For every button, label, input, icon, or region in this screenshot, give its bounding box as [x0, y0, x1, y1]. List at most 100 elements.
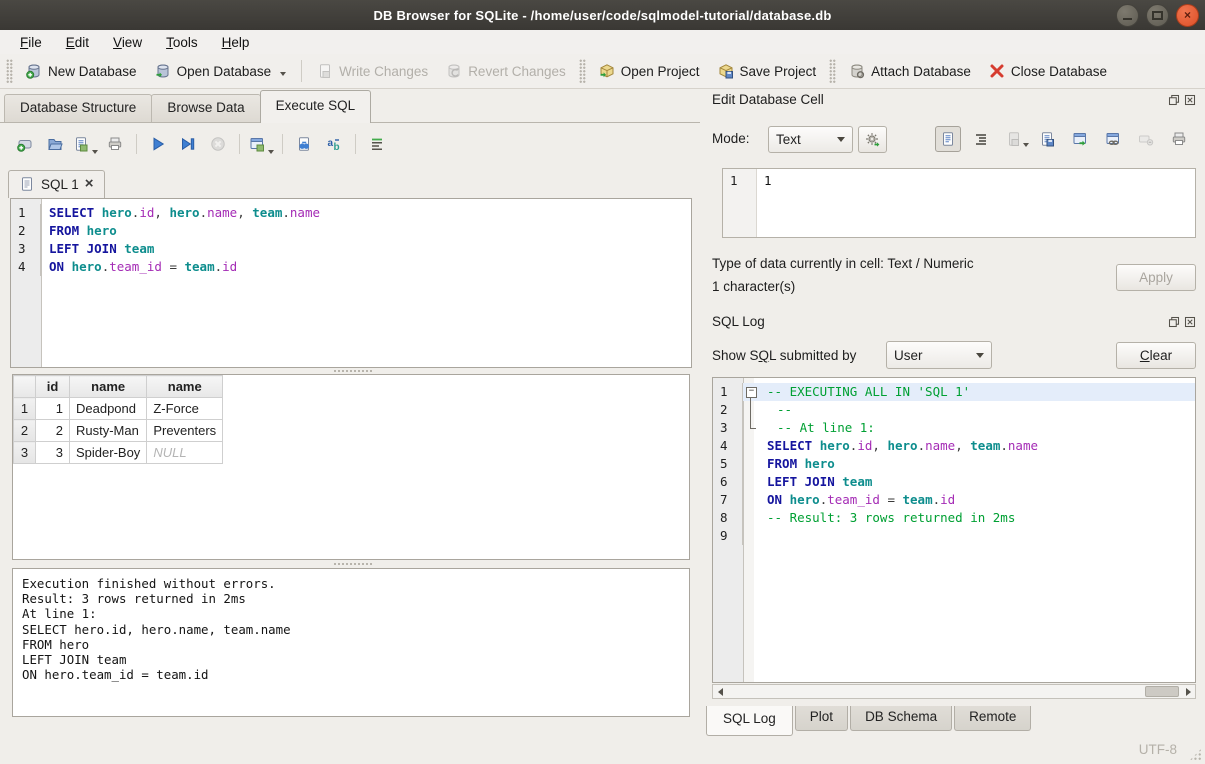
table-row[interactable]: 33Spider-BoyNULL — [14, 442, 223, 464]
line-number: 3 — [11, 240, 41, 258]
dock-tab-remote[interactable]: Remote — [954, 706, 1031, 731]
minimize-icon — [1123, 12, 1132, 20]
table-row[interactable]: 11DeadpondZ-Force — [14, 398, 223, 420]
table-cell[interactable]: Deadpond — [70, 398, 147, 420]
toolbar-separator — [355, 134, 356, 154]
column-header[interactable]: name — [70, 376, 147, 398]
table-corner[interactable] — [14, 376, 36, 398]
apply-mode-button[interactable] — [858, 126, 887, 153]
tab-browse-data[interactable]: Browse Data — [151, 94, 260, 123]
code-line: 2-- — [713, 401, 1195, 419]
float-panel-icon[interactable] — [1168, 316, 1180, 328]
dropdown-caret-icon[interactable] — [280, 72, 286, 76]
menu-file[interactable]: File — [10, 33, 52, 52]
scroll-right-arrow[interactable] — [1181, 685, 1195, 698]
tab-execute-sql[interactable]: Execute SQL — [260, 90, 372, 123]
toolbar-drag-handle[interactable] — [6, 59, 13, 83]
dock-tab-plot[interactable]: Plot — [795, 706, 848, 731]
code-line: 1−-- EXECUTING ALL IN 'SQL 1' — [713, 383, 1195, 401]
resize-grip[interactable] — [1189, 748, 1202, 761]
table-cell[interactable]: 2 — [36, 420, 70, 442]
save-project-button[interactable]: Save Project — [709, 59, 826, 83]
menu-tools[interactable]: Tools — [156, 33, 208, 52]
table-cell[interactable]: Z-Force — [147, 398, 223, 420]
line-number: 1 — [713, 383, 743, 401]
apply-button[interactable]: Apply — [1116, 264, 1196, 291]
clear-log-button[interactable]: Clear — [1116, 342, 1196, 369]
code-line: 3-- At line 1: — [713, 419, 1195, 437]
table-cell[interactable]: NULL — [147, 442, 223, 464]
code-line: 8-- Result: 3 rows returned in 2ms — [713, 509, 1195, 527]
table-cell[interactable]: 1 — [36, 398, 70, 420]
export-data-button[interactable] — [1034, 126, 1060, 152]
save-results-button[interactable] — [248, 131, 274, 157]
mode-select[interactable]: Text — [768, 126, 853, 153]
dock-tab-sql-log[interactable]: SQL Log — [706, 706, 793, 736]
link-data-button[interactable] — [1100, 126, 1126, 152]
menu-help[interactable]: Help — [212, 33, 260, 52]
row-header[interactable]: 2 — [14, 420, 36, 442]
import-data-button — [1001, 126, 1027, 152]
dropdown-caret-icon[interactable] — [268, 150, 274, 154]
dropdown-caret-icon[interactable] — [92, 150, 98, 154]
code-line: 7ON hero.team_id = team.id — [713, 491, 1195, 509]
column-header[interactable]: id — [36, 376, 70, 398]
table-row[interactable]: 22Rusty-ManPreventers — [14, 420, 223, 442]
fold-margin[interactable]: − — [743, 383, 759, 401]
close-panel-icon[interactable] — [1184, 316, 1196, 328]
gear-apply-icon — [865, 132, 881, 148]
column-header[interactable]: name — [147, 376, 223, 398]
sql-editor[interactable]: 1SELECT hero.id, hero.name, team.name2FR… — [10, 198, 692, 368]
toolbar-drag-handle[interactable] — [829, 59, 836, 83]
execute-all-button[interactable] — [145, 131, 171, 157]
close-database-icon — [989, 63, 1005, 79]
open-database-button[interactable]: Open Database — [146, 59, 296, 83]
maximize-button[interactable] — [1146, 4, 1169, 27]
find-button[interactable] — [291, 131, 317, 157]
open-project-button[interactable]: Open Project — [590, 59, 709, 83]
scrollbar-track[interactable] — [727, 685, 1181, 698]
close-panel-icon[interactable] — [1184, 94, 1196, 106]
print-cell-button[interactable] — [1166, 126, 1192, 152]
results-grid[interactable]: idnamename11DeadpondZ-Force22Rusty-ManPr… — [12, 374, 690, 560]
close-button[interactable]: × — [1176, 4, 1199, 27]
toolbar-drag-handle[interactable] — [579, 59, 586, 83]
mode-label: Mode: — [712, 131, 750, 146]
attach-database-button[interactable]: Attach Database — [840, 59, 980, 83]
log-filter-select[interactable]: User — [886, 341, 992, 369]
dock-tab-db-schema[interactable]: DB Schema — [850, 706, 952, 731]
close-database-button[interactable]: Close Database — [980, 59, 1116, 83]
minimize-button[interactable] — [1116, 4, 1139, 27]
wrap-lines-button[interactable] — [968, 126, 994, 152]
print-button[interactable] — [102, 131, 128, 157]
table-cell[interactable]: 3 — [36, 442, 70, 464]
open-sql-file-button[interactable] — [42, 131, 68, 157]
log-horizontal-scrollbar[interactable] — [712, 684, 1196, 699]
text-mode-button[interactable] — [935, 126, 961, 152]
close-tab-icon[interactable]: × — [85, 179, 94, 189]
row-header[interactable]: 3 — [14, 442, 36, 464]
menu-view[interactable]: View — [103, 33, 152, 52]
menu-edit[interactable]: Edit — [56, 33, 99, 52]
new-database-button[interactable]: New Database — [17, 59, 146, 83]
float-panel-icon[interactable] — [1168, 94, 1180, 106]
word-wrap-button[interactable] — [364, 131, 390, 157]
new-sql-tab-button[interactable] — [12, 131, 38, 157]
open-external-button[interactable] — [1067, 126, 1093, 152]
execution-message-box[interactable]: Execution finished without errors. Resul… — [12, 568, 690, 717]
tab-database-structure[interactable]: Database Structure — [4, 94, 152, 123]
table-cell[interactable]: Rusty-Man — [70, 420, 147, 442]
execute-current-line-button[interactable] — [175, 131, 201, 157]
row-header[interactable]: 1 — [14, 398, 36, 420]
table-cell[interactable]: Spider-Boy — [70, 442, 147, 464]
format-sql-button[interactable]: ab — [321, 131, 347, 157]
scrollbar-thumb[interactable] — [1145, 686, 1179, 697]
cell-value-editor[interactable]: 1 1 — [722, 168, 1196, 238]
sql-log-view[interactable]: 1−-- EXECUTING ALL IN 'SQL 1'2--3-- At l… — [712, 377, 1196, 683]
splitter-handle[interactable] — [333, 562, 373, 567]
scroll-left-arrow[interactable] — [713, 685, 727, 698]
sql-doc-tab[interactable]: SQL 1 × — [8, 170, 105, 198]
mode-value: Text — [776, 132, 801, 147]
save-sql-file-button[interactable] — [72, 131, 98, 157]
table-cell[interactable]: Preventers — [147, 420, 223, 442]
